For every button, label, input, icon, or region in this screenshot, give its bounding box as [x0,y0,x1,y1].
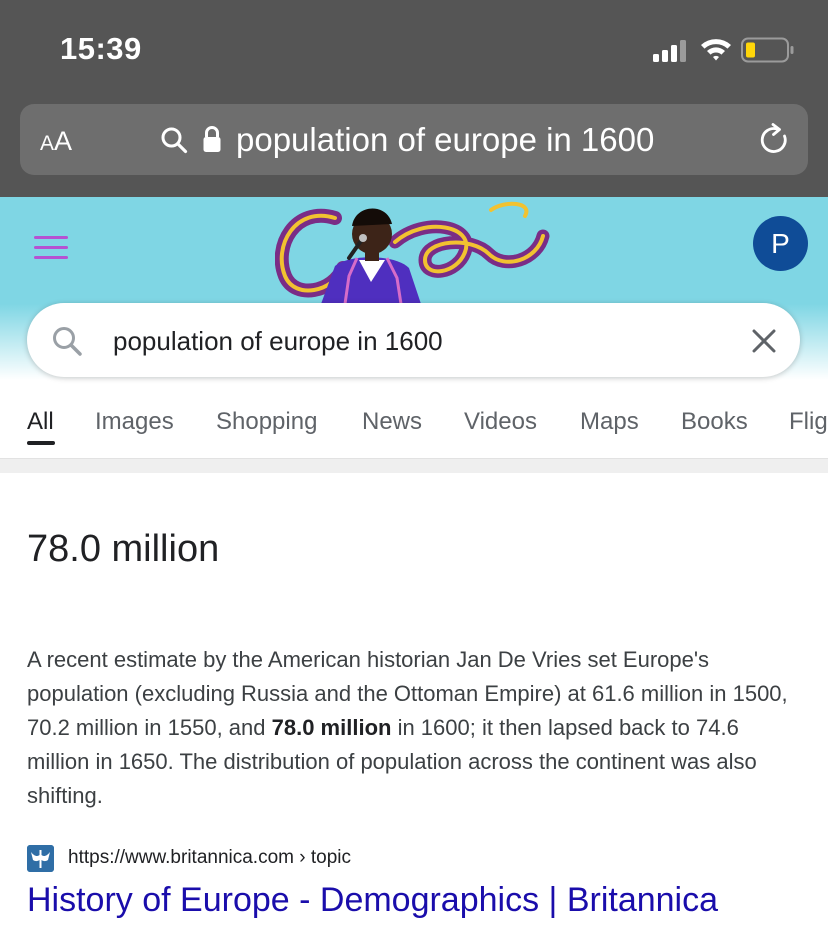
tab-shopping[interactable]: Shopping [216,408,317,436]
tab-news[interactable]: News [362,408,422,436]
search-box[interactable]: population of europe in 1600 [27,303,800,377]
address-bar[interactable]: AA population of europe in 1600 [20,104,808,175]
tab-all[interactable]: All [27,408,54,436]
status-time: 15:39 [60,31,142,66]
search-icon [161,127,188,154]
google-doodle[interactable] [275,196,555,304]
account-avatar[interactable]: P [753,216,808,271]
snippet-text-bold: 78.0 million [271,715,392,740]
menu-icon[interactable] [34,236,68,262]
featured-answer: 78.0 million [27,528,220,570]
search-icon [53,327,82,356]
reload-icon[interactable] [756,122,792,158]
tab-books[interactable]: Books [681,408,748,436]
active-tab-indicator [27,441,55,445]
tab-flights[interactable]: Flig [789,408,828,436]
tab-maps[interactable]: Maps [580,408,639,436]
close-icon[interactable] [750,327,778,355]
section-divider [0,458,828,473]
lock-icon [203,126,221,152]
snippet-text: A recent estimate by the American histor… [27,643,802,813]
result-title-link[interactable]: History of Europe - Demographics | Brita… [27,881,718,920]
signal-icon [653,40,686,62]
text-size-button[interactable]: AA [40,126,72,157]
browser-chrome: 15:39 AA population of europe in 1600 [0,0,828,197]
battery-icon [741,37,794,63]
source-url[interactable]: https://www.britannica.com › topic [68,847,351,869]
address-url: population of europe in 1600 [236,121,655,158]
search-input[interactable]: population of europe in 1600 [113,326,443,357]
search-tabs: All Images Shopping News Videos Maps Boo… [0,400,828,460]
tab-videos[interactable]: Videos [464,408,537,436]
britannica-favicon [27,845,54,872]
wifi-icon [701,39,731,61]
tab-images[interactable]: Images [95,408,174,436]
